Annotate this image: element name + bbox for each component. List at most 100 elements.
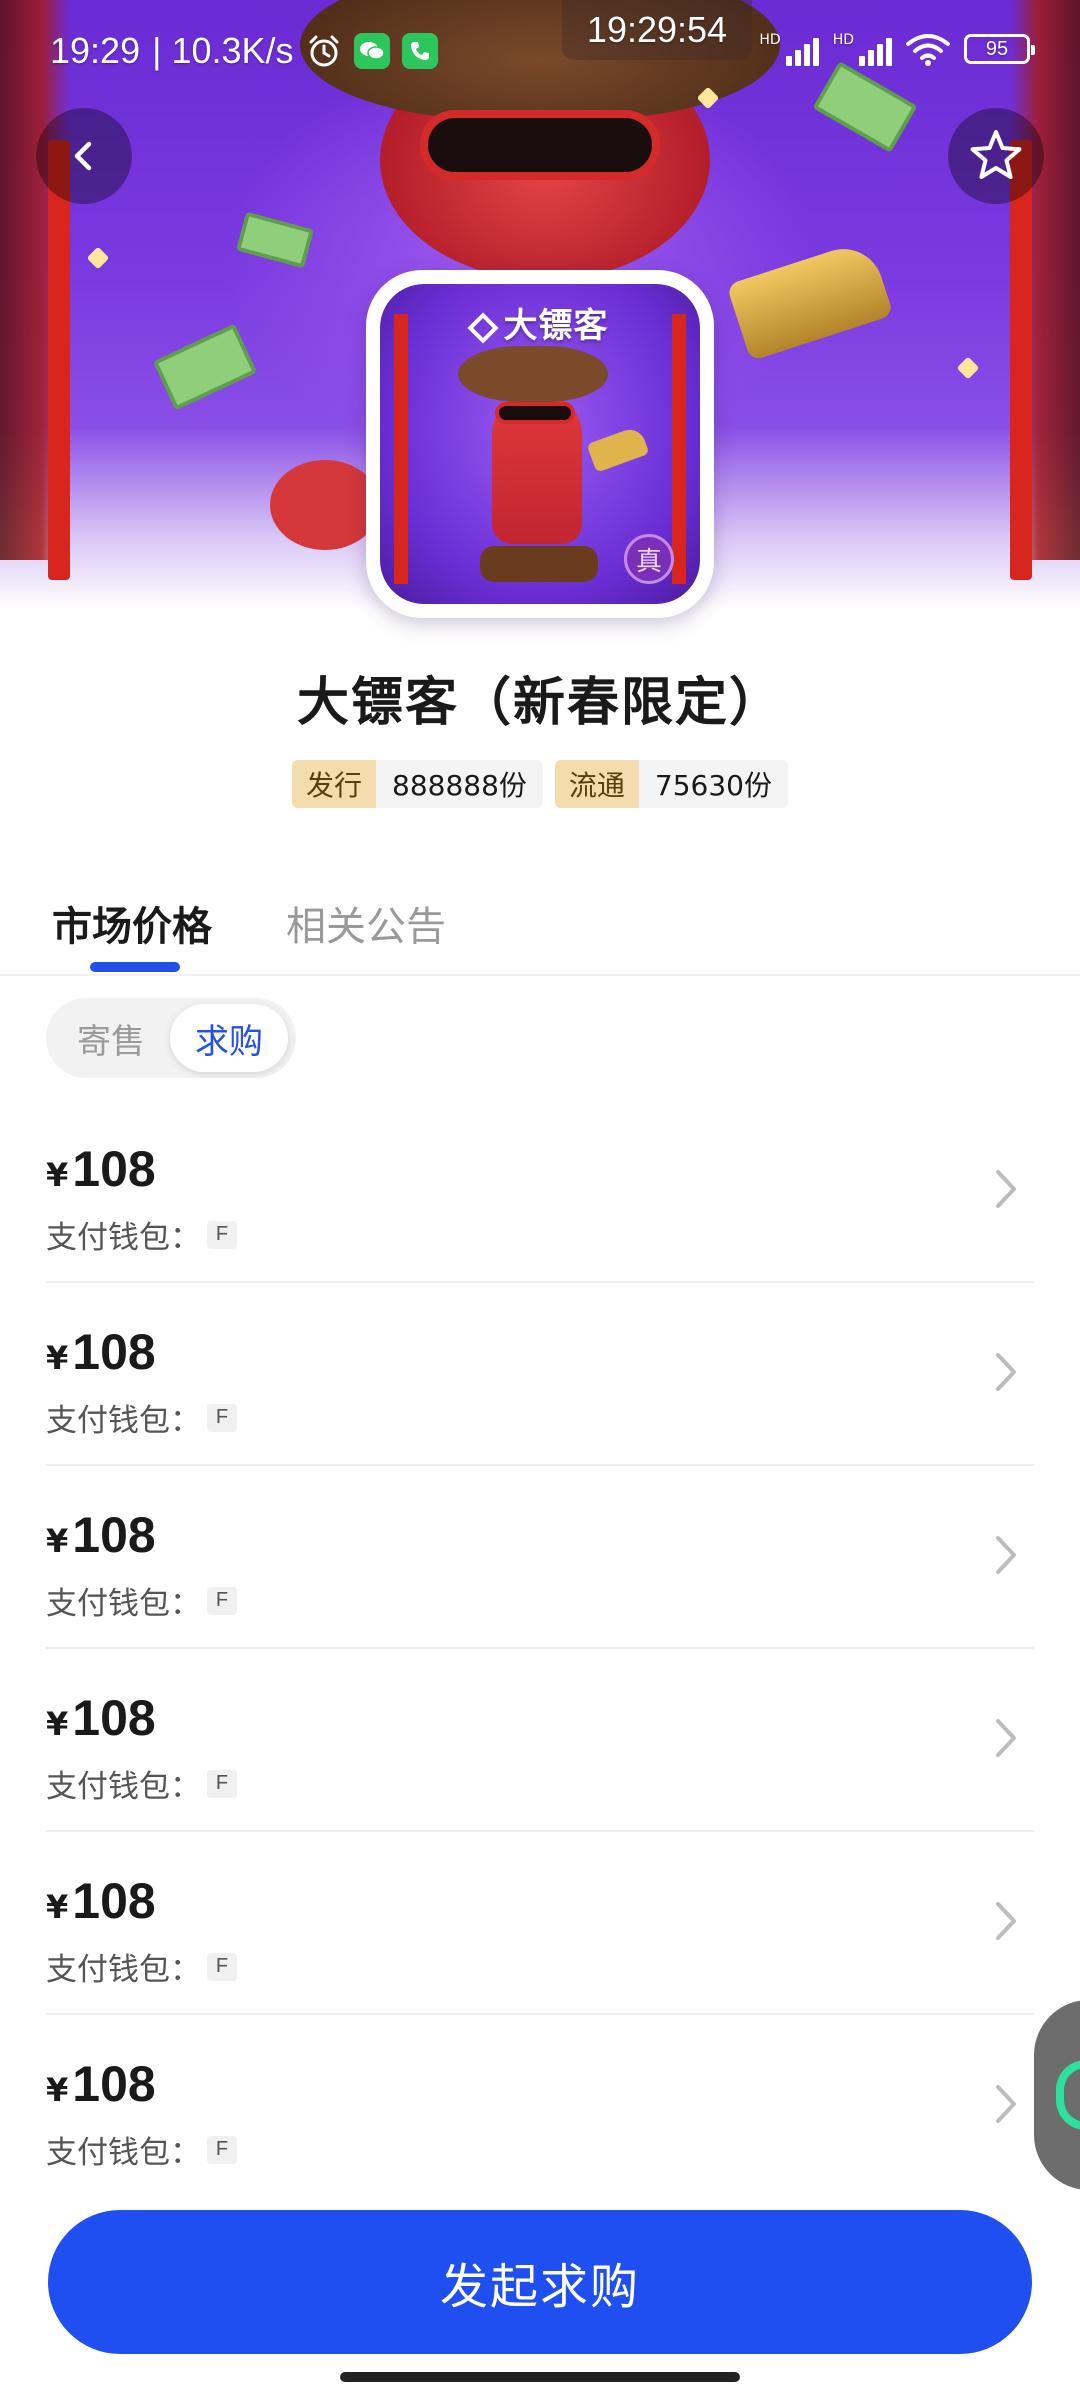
firecracker-pole-left [394, 314, 408, 584]
signal-label: HD [832, 32, 854, 48]
firecracker-pole-right [1010, 140, 1032, 580]
wallet-label: 支付钱包： [46, 2135, 201, 2171]
firecracker-pole-right [672, 314, 686, 584]
wallet-label: 支付钱包： [46, 1769, 201, 1805]
boots-illustration [480, 546, 598, 582]
thumbnail-logo-text: 大镖客 [503, 306, 609, 346]
buy-order-list: ¥ 108 支付钱包： F ¥ 108 支付钱包： F ¥ 108 支付钱包： … [0, 1100, 1080, 2198]
sunglasses-illustration [420, 110, 660, 180]
wallet-label: 支付钱包： [46, 1403, 201, 1439]
chevron-right-icon [996, 1170, 1016, 1208]
star-outline-icon [970, 130, 1022, 179]
chevron-left-icon [74, 141, 92, 171]
status-bar: 19:29 | 10.3K/s 19:29:54 HD HD 95 [0, 0, 1080, 100]
chevron-right-icon [996, 1902, 1016, 1940]
list-item[interactable]: ¥ 108 支付钱包： F [46, 1649, 1034, 1832]
price: ¥ 108 [46, 1506, 156, 1564]
wallet-info: 支付钱包： F [46, 1944, 237, 1989]
status-bar-right: HD HD 95 [759, 32, 1035, 66]
list-item[interactable]: ¥ 108 支付钱包： F [46, 1466, 1034, 1649]
tab-market-price[interactable]: 市场价格 [52, 894, 212, 952]
status-net-speed: | 10.3K/s [152, 30, 294, 71]
wallet-info: 支付钱包： F [46, 1212, 237, 1257]
list-item[interactable]: ¥ 108 支付钱包： F [46, 1832, 1034, 2015]
signal-label: HD [759, 32, 781, 48]
circulation-badge: 流通 75630份 [554, 760, 788, 808]
order-type-toggle: 寄售 求购 [46, 998, 296, 1078]
start-buy-request-button[interactable]: 发起求购 [48, 2210, 1032, 2354]
page: 19:29 | 10.3K/s 19:29:54 HD HD 95 大镖客 真 … [0, 0, 1080, 2400]
chevron-right-icon [996, 1536, 1016, 1574]
revolver-illustration [586, 425, 650, 473]
chevron-right-icon [996, 1719, 1016, 1757]
wallet-info: 支付钱包： F [46, 1578, 237, 1623]
cowboy-hat-illustration [458, 346, 608, 402]
wallet-tag: F [207, 1586, 237, 1615]
wallet-info: 支付钱包： F [46, 1395, 237, 1440]
wallet-tag: F [207, 1952, 237, 1981]
circulation-label: 流通 [554, 760, 639, 808]
wallet-label: 支付钱包： [46, 1220, 201, 1256]
tab-bar: 市场价格 相关公告 [0, 880, 1080, 976]
revolver-illustration [726, 238, 894, 362]
currency-symbol: ¥ [46, 1705, 69, 1743]
segment-buy-request[interactable]: 求购 [170, 1004, 288, 1072]
money-bill-illustration [152, 323, 258, 411]
status-center-time: 19:29:54 [562, 0, 752, 60]
list-item[interactable]: ¥ 108 支付钱包： F [46, 2015, 1034, 2198]
battery-icon: 95 [964, 34, 1035, 64]
price: ¥ 108 [46, 1872, 156, 1930]
floating-assistant-button[interactable] [1034, 2000, 1080, 2190]
phone-icon [401, 33, 438, 69]
assistant-icon [1056, 2060, 1080, 2130]
alarm-icon [309, 35, 339, 67]
product-title: 大镖客（新春限定） [296, 673, 783, 733]
price: ¥ 108 [46, 1323, 156, 1381]
money-bill-illustration [236, 211, 314, 269]
favorite-button[interactable] [948, 108, 1044, 204]
thumbnail-logo: 大镖客 [380, 298, 700, 347]
segment-consign[interactable]: 寄售 [52, 1004, 170, 1072]
issued-value: 888888份 [376, 760, 543, 808]
price: ¥ 108 [46, 1140, 156, 1198]
currency-symbol: ¥ [46, 2071, 69, 2109]
price-value: 108 [72, 1690, 156, 1746]
supply-badges: 发行 888888份 流通 75630份 [0, 760, 1080, 808]
circulation-value: 75630份 [638, 760, 788, 808]
currency-symbol: ¥ [46, 1522, 69, 1560]
battery-level: 95 [985, 37, 1009, 60]
wallet-tag: F [207, 1403, 237, 1432]
wallet-info: 支付钱包： F [46, 1761, 237, 1806]
chevron-right-icon [996, 2085, 1016, 2123]
signal-icon: HD [833, 32, 892, 66]
price: ¥ 108 [46, 2055, 156, 2113]
price: ¥ 108 [46, 1689, 156, 1747]
tab-active-indicator [90, 962, 180, 972]
sparkle-icon [956, 356, 980, 380]
currency-symbol: ¥ [46, 1888, 69, 1926]
issued-label: 发行 [292, 760, 377, 808]
signal-icon: HD [759, 32, 819, 66]
wallet-tag: F [207, 1220, 237, 1249]
wallet-info: 支付钱包： F [46, 2127, 237, 2172]
list-item[interactable]: ¥ 108 支付钱包： F [46, 1100, 1034, 1283]
firecracker-pole-left [48, 140, 70, 580]
status-bar-left: 19:29 | 10.3K/s [50, 30, 438, 72]
wechat-icon [353, 33, 390, 69]
sparkle-icon [86, 246, 110, 270]
issued-badge: 发行 888888份 [292, 760, 543, 808]
authenticity-seal: 真 [624, 534, 674, 584]
chevron-right-icon [996, 1353, 1016, 1391]
list-item[interactable]: ¥ 108 支付钱包： F [46, 1283, 1034, 1466]
price-value: 108 [72, 1873, 156, 1929]
claw-illustration [270, 460, 380, 550]
diamond-logo-icon [466, 311, 499, 344]
tab-related-notices[interactable]: 相关公告 [286, 894, 446, 952]
product-thumbnail: 大镖客 真 [366, 270, 714, 618]
wallet-tag: F [207, 1769, 237, 1798]
product-thumbnail-image: 大镖客 真 [380, 284, 700, 604]
back-button[interactable] [36, 108, 132, 204]
price-value: 108 [72, 1507, 156, 1563]
home-indicator[interactable] [340, 2372, 740, 2382]
wallet-tag: F [207, 2135, 237, 2164]
